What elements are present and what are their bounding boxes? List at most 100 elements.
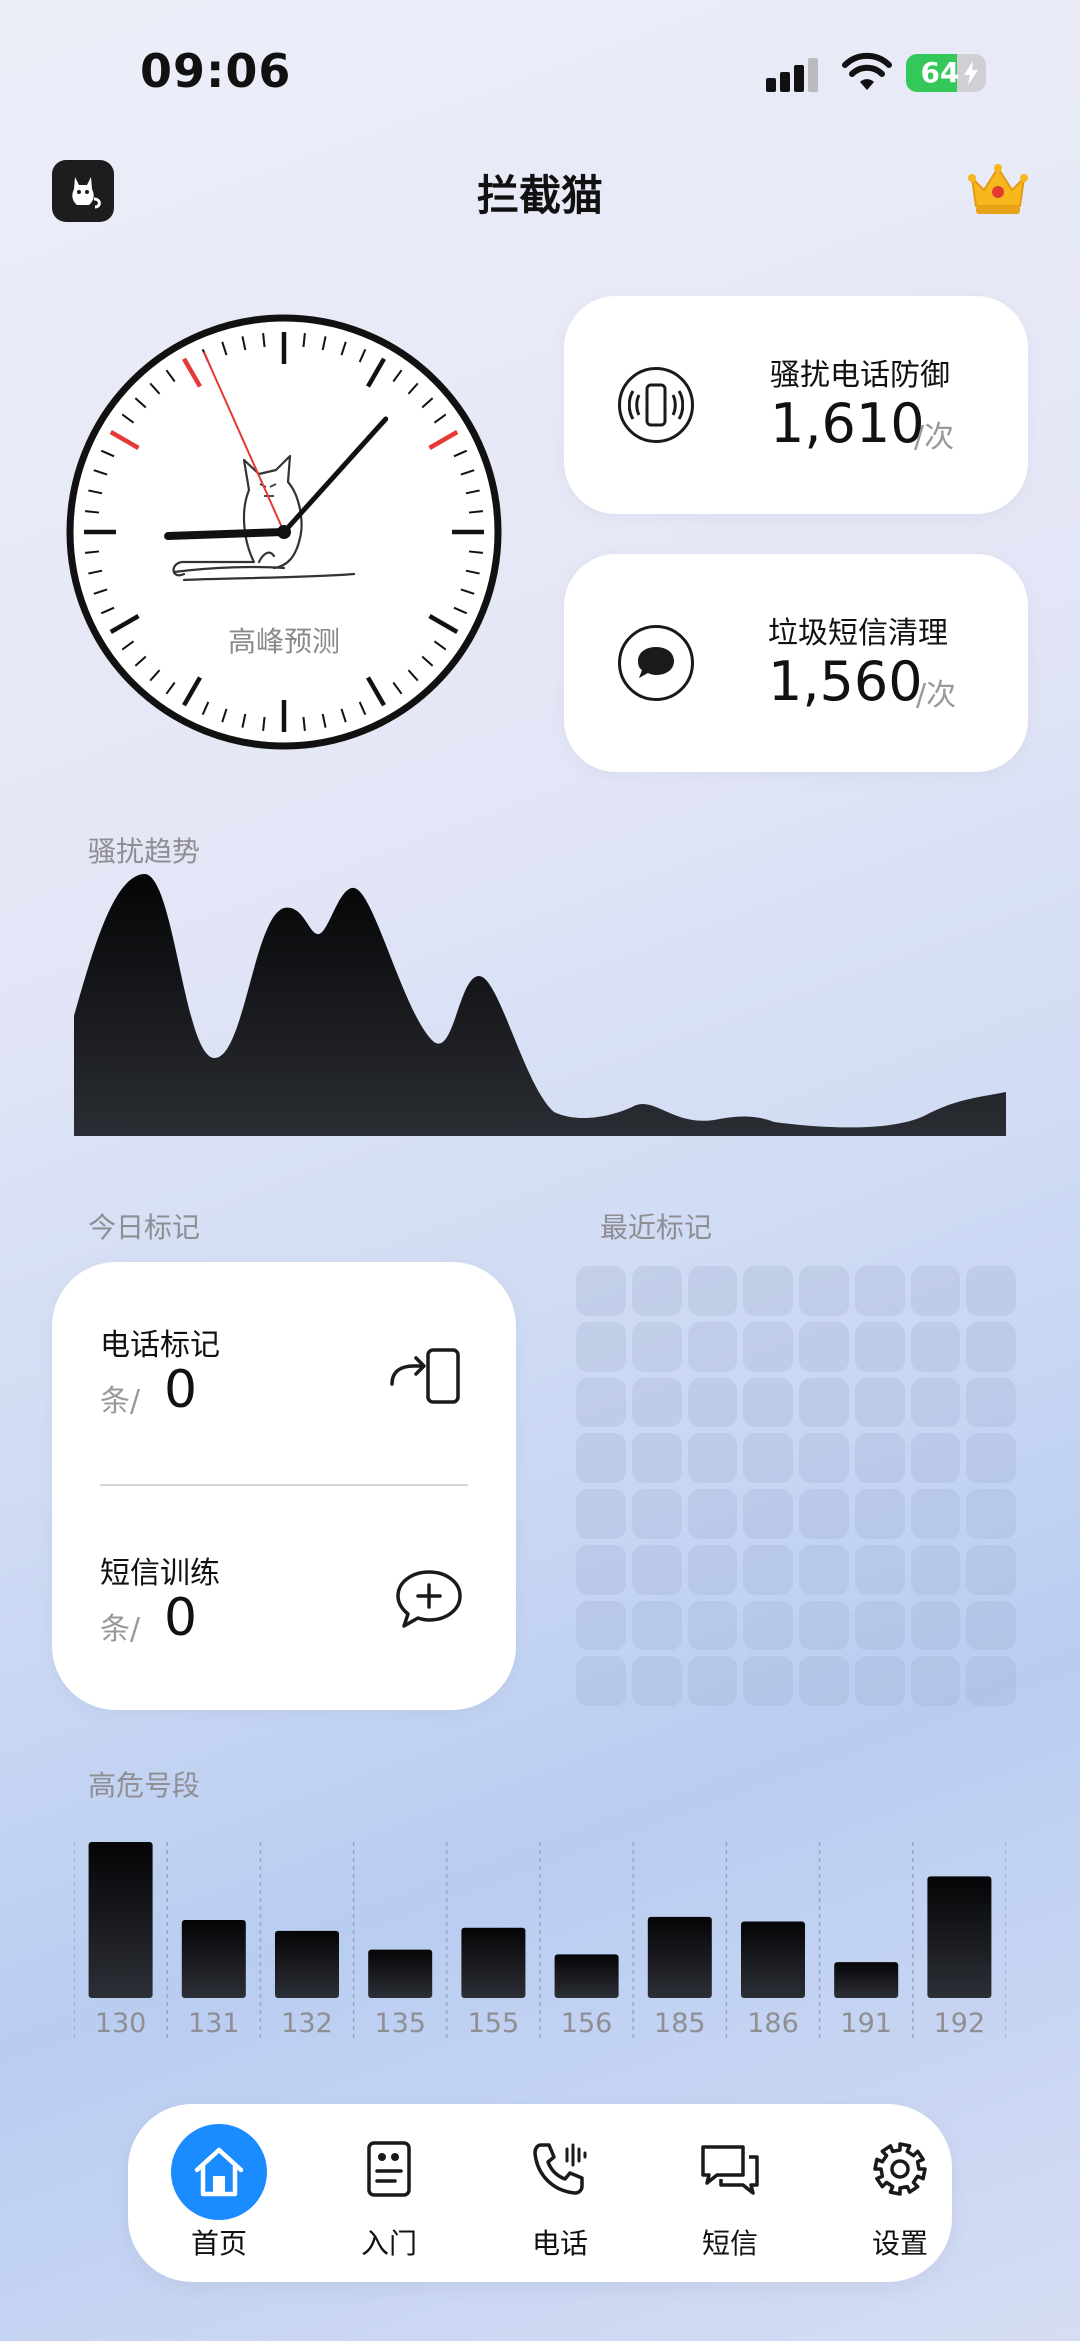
heatmap-cell — [743, 1489, 793, 1539]
clock-label: 高峰预测 — [227, 625, 340, 658]
crown-icon[interactable] — [966, 160, 1030, 218]
sms-clean-card[interactable]: 垃圾短信清理 1,560 /次 — [564, 554, 1028, 772]
heatmap-cell — [910, 1656, 961, 1706]
heatmap-cell — [687, 1266, 738, 1316]
heatmap-cell — [799, 1489, 849, 1539]
call-mark-value: 0 — [164, 1360, 198, 1420]
bar-130 — [88, 1842, 153, 1998]
recent-label: 最近标记 — [600, 1211, 713, 1244]
heatmap-cell — [743, 1377, 793, 1428]
bar-label: 192 — [934, 2008, 986, 2039]
high-risk-label: 高危号段 — [88, 1769, 201, 1802]
heatmap-cell — [576, 1544, 626, 1595]
heatmap-cell — [854, 1600, 905, 1651]
tab-label: 设置 — [871, 2227, 928, 2260]
gear-icon — [855, 2124, 945, 2214]
heatmap-cell — [631, 1321, 682, 1372]
heatmap-cell — [631, 1656, 682, 1706]
heatmap-cell — [576, 1377, 626, 1428]
stat-value: 1,610 — [770, 392, 925, 455]
bar-label: 186 — [747, 2008, 799, 2039]
trend-area — [74, 873, 1006, 1136]
charging-bolt-icon — [964, 61, 978, 85]
heatmap-cell — [799, 1544, 849, 1595]
tab-guide[interactable]: 入门 — [319, 2104, 459, 2282]
harassment-trend-chart — [74, 873, 1006, 1136]
heatmap-cell — [910, 1377, 961, 1428]
heatmap-cell — [799, 1433, 849, 1483]
heatmap-cell — [687, 1377, 738, 1428]
bar-label: 130 — [95, 2008, 147, 2039]
heatmap-cell — [966, 1656, 1016, 1706]
heatmap-cell — [687, 1489, 738, 1539]
heatmap-cell — [910, 1544, 961, 1595]
heatmap-cell — [854, 1266, 905, 1316]
heatmap-cell — [910, 1600, 961, 1651]
heatmap-cell — [966, 1321, 1016, 1372]
bottom-tab-bar: 首页 入门 电话 短信 设置 — [128, 2104, 952, 2282]
tab-messages[interactable]: 短信 — [660, 2104, 800, 2282]
messages-icon — [685, 2124, 775, 2214]
message-add-icon[interactable] — [394, 1568, 464, 1630]
bar-191 — [834, 1962, 899, 1998]
clock-center — [277, 525, 291, 539]
tab-phone[interactable]: 电话 — [490, 2104, 630, 2282]
heatmap-cell — [910, 1433, 961, 1483]
bar-label: 156 — [561, 2008, 613, 2039]
heatmap-cell — [687, 1433, 738, 1483]
message-bubble-icon — [618, 625, 694, 701]
phone-forward-icon[interactable] — [386, 1344, 466, 1410]
heatmap-cell — [966, 1266, 1016, 1316]
bar-192 — [927, 1876, 992, 1998]
heatmap-cell — [687, 1321, 738, 1372]
heatmap-cell — [966, 1544, 1016, 1595]
heatmap-cell — [799, 1600, 849, 1651]
heatmap-cell — [854, 1544, 905, 1595]
sms-train-value: 0 — [164, 1588, 198, 1648]
heatmap-cell — [799, 1377, 849, 1428]
heatmap-cell — [687, 1656, 738, 1706]
bar-186 — [741, 1921, 805, 1998]
bar-155 — [461, 1927, 526, 1998]
heatmap-cell — [966, 1489, 1016, 1539]
heatmap-cell — [854, 1433, 905, 1483]
bar-135 — [368, 1949, 433, 1998]
guide-icon — [344, 2124, 434, 2214]
bar-label: 185 — [654, 2008, 706, 2039]
trend-label: 骚扰趋势 — [88, 835, 201, 868]
heatmap-cell — [743, 1600, 793, 1651]
heatmap-cell — [576, 1489, 626, 1539]
heatmap-cell — [910, 1489, 961, 1539]
bar-185 — [647, 1916, 712, 1998]
heatmap-cell — [799, 1321, 849, 1372]
tab-label: 首页 — [190, 2227, 247, 2260]
wifi-icon — [842, 52, 892, 90]
bar-label: 155 — [468, 2008, 520, 2039]
heatmap-cell — [687, 1544, 738, 1595]
bar-label: 135 — [374, 2008, 426, 2039]
heatmap-cell — [576, 1266, 626, 1316]
gear-outline — [873, 2142, 927, 2196]
heatmap-cell — [743, 1266, 793, 1316]
heatmap-cell — [631, 1489, 682, 1539]
bar-132 — [275, 1930, 339, 1998]
heatmap-cell — [743, 1656, 793, 1706]
heatmap-cell — [910, 1266, 961, 1316]
stat-label: 骚扰电话防御 — [770, 358, 950, 393]
sms-train-unit: 条/ — [100, 1612, 141, 1647]
call-defense-card[interactable]: 骚扰电话防御 1,610 /次 — [564, 296, 1028, 514]
call-mark-unit: 条/ — [100, 1384, 141, 1419]
tab-home[interactable]: 首页 — [149, 2104, 289, 2282]
tab-label: 电话 — [531, 2227, 588, 2260]
heatmap-cell — [631, 1544, 682, 1595]
heatmap-cell — [576, 1656, 626, 1706]
stat-label: 垃圾短信清理 — [768, 616, 948, 651]
tab-settings[interactable]: 设置 — [830, 2104, 970, 2282]
heatmap-cell — [799, 1266, 849, 1316]
call-mark-title: 电话标记 — [100, 1328, 220, 1363]
heatmap-cell — [687, 1600, 738, 1651]
heatmap-cell — [631, 1433, 682, 1483]
heatmap-cell — [854, 1489, 905, 1539]
heatmap-cell — [576, 1433, 626, 1483]
heatmap-cell — [743, 1321, 793, 1372]
